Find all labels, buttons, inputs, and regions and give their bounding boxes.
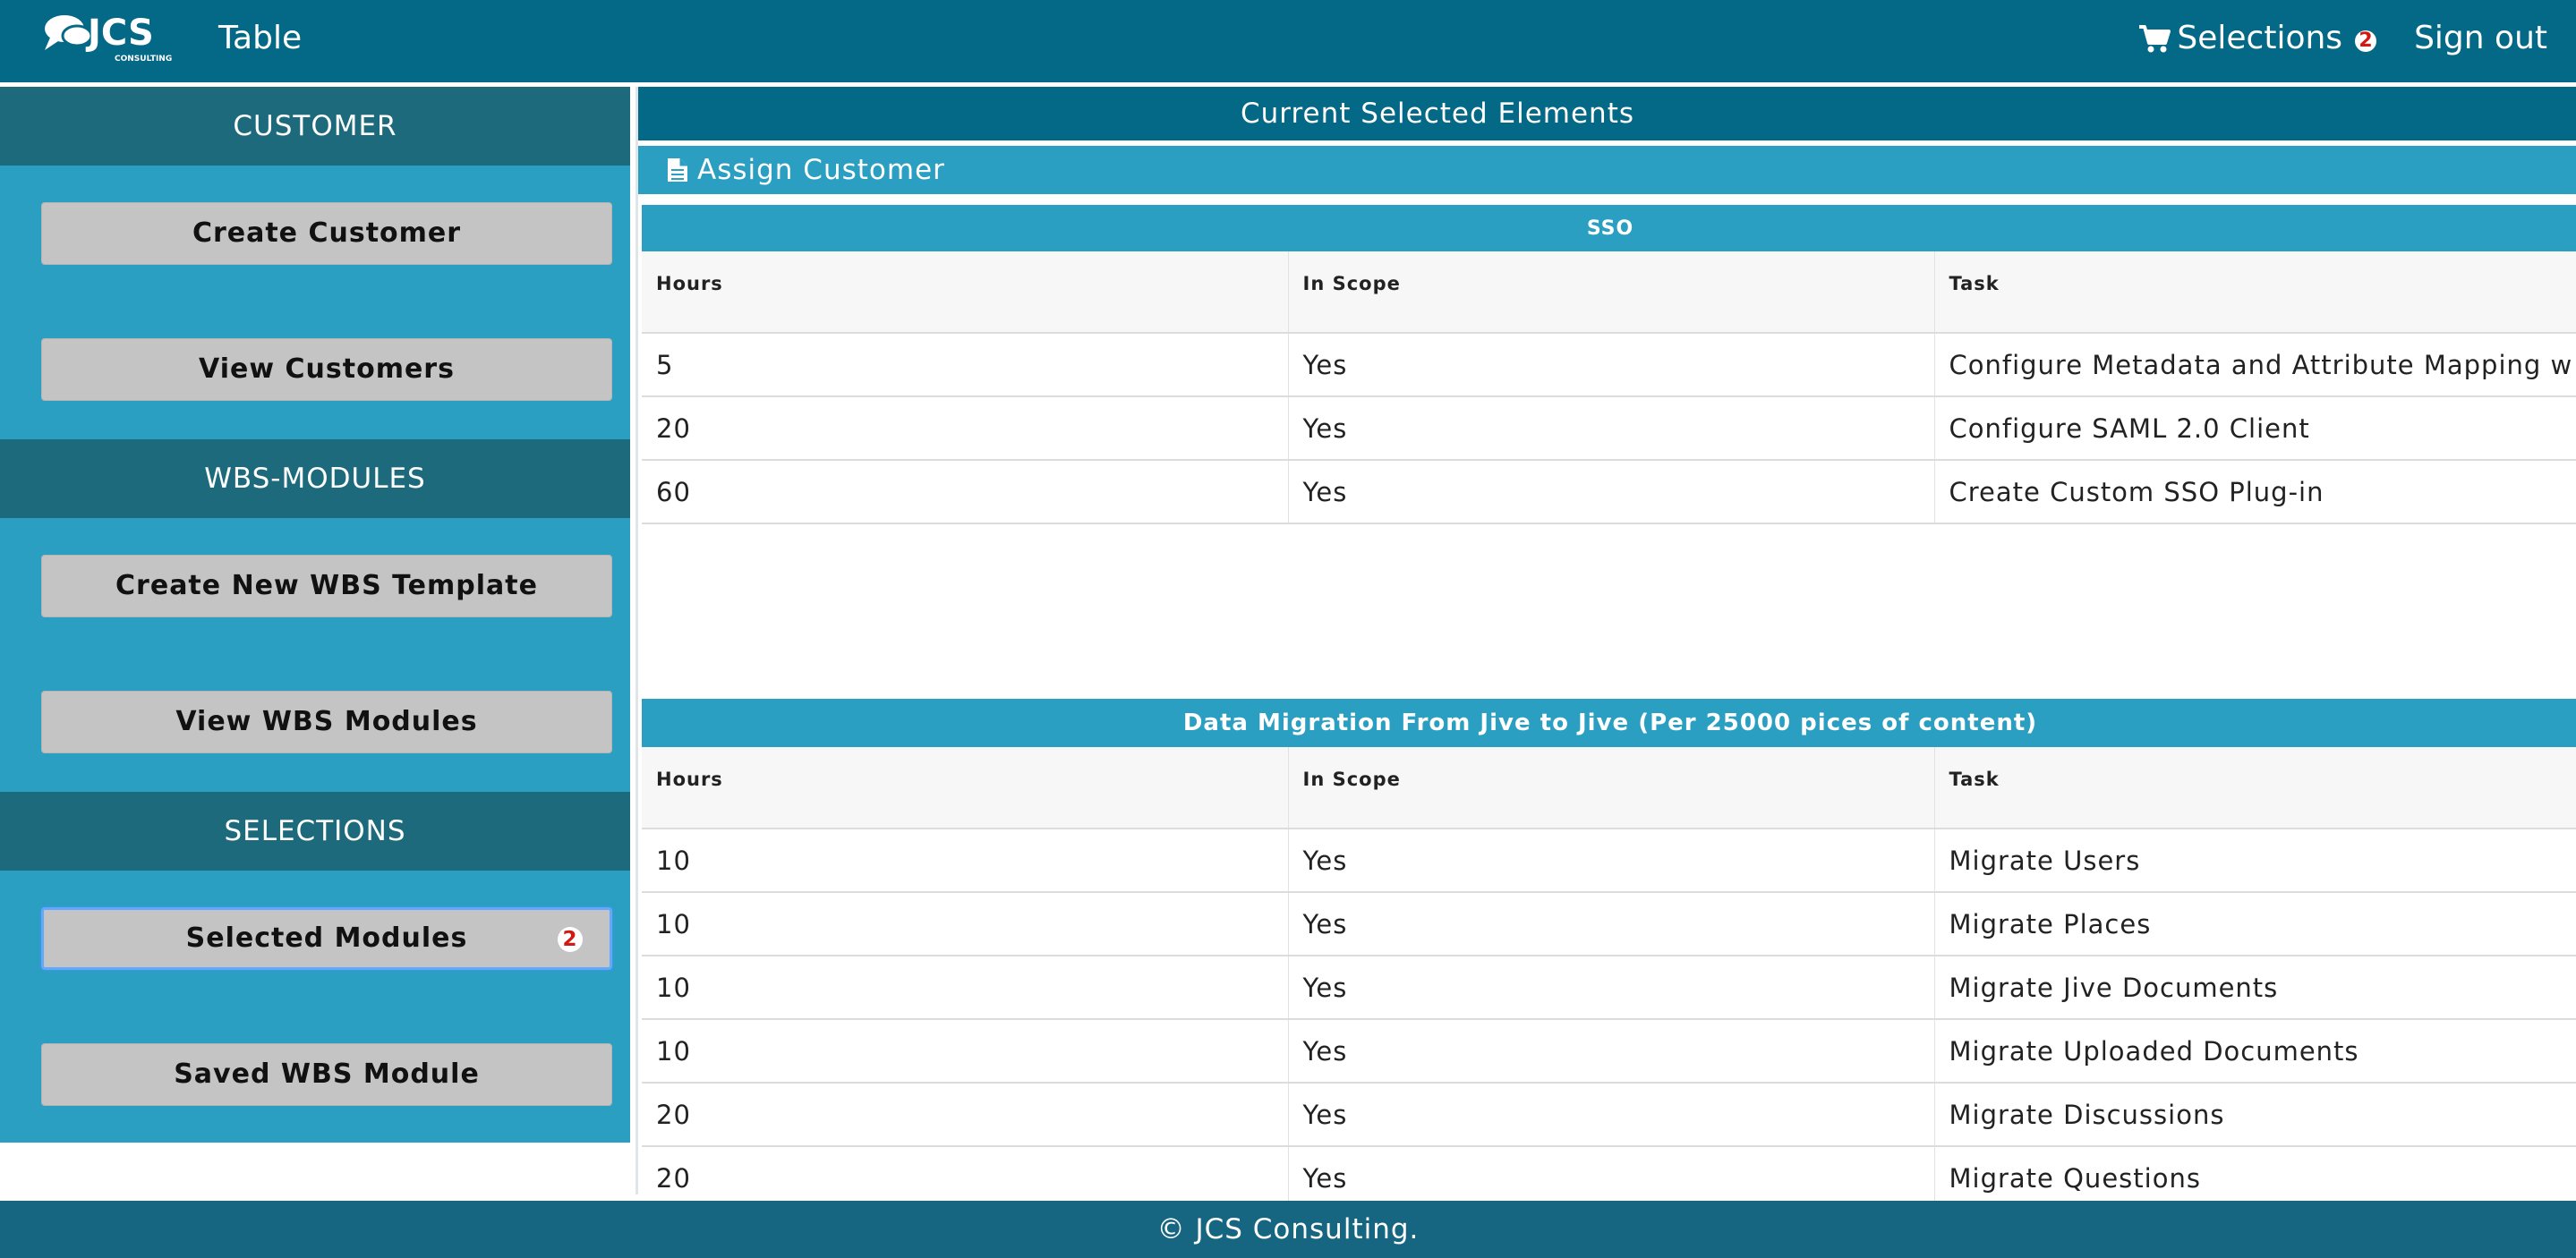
sidebar-header-customer: CUSTOMER bbox=[0, 87, 630, 166]
column-header-in-scope[interactable]: In Scope bbox=[1288, 251, 1935, 334]
table-row[interactable]: 10 Yes Migrate Places bbox=[642, 892, 2576, 956]
current-selected-title: Current Selected Elements bbox=[1240, 98, 1635, 130]
column-header-hours[interactable]: Hours bbox=[642, 251, 1289, 334]
main-content: Current Selected Elements Assign Custome… bbox=[635, 87, 2576, 1211]
selections-count-badge: 2 bbox=[2355, 30, 2377, 52]
footer: © JCS Consulting. bbox=[0, 1201, 2576, 1258]
create-customer-button[interactable]: Create Customer bbox=[41, 202, 612, 265]
hours-cell: 10 bbox=[642, 829, 1289, 893]
table-row[interactable]: 60 Yes Create Custom SSO Plug-in bbox=[642, 460, 2576, 524]
view-customers-button[interactable]: View Customers bbox=[41, 338, 612, 401]
table-title: Data Migration From Jive to Jive (Per 25… bbox=[642, 699, 2576, 747]
logo-text: JCS bbox=[85, 13, 154, 54]
top-nav-links: Selections 2 Sign out bbox=[2137, 18, 2547, 59]
column-header-task[interactable]: Task bbox=[1934, 747, 2576, 829]
task-cell: Migrate Users bbox=[1934, 829, 2576, 893]
task-cell: Migrate Jive Documents bbox=[1934, 956, 2576, 1020]
app-title[interactable]: Table bbox=[218, 18, 302, 59]
document-icon bbox=[668, 158, 687, 182]
create-wbs-template-button[interactable]: Create New WBS Template bbox=[41, 555, 612, 617]
in-scope-cell: Yes bbox=[1288, 1083, 1935, 1147]
top-navbar: JCS CONSULTING Table Selections 2 Sign o… bbox=[0, 0, 2576, 82]
jcs-logo[interactable]: JCS CONSULTING bbox=[41, 9, 175, 64]
selected-modules-badge: 2 bbox=[558, 927, 583, 952]
assign-customer-button[interactable]: Assign Customer bbox=[638, 146, 2576, 194]
data-migration-table: Data Migration From Jive to Jive (Per 25… bbox=[642, 699, 2576, 1211]
selected-modules-button[interactable]: Selected Modules 2 bbox=[41, 907, 612, 970]
in-scope-cell: Yes bbox=[1288, 829, 1935, 893]
hours-cell: 10 bbox=[642, 1019, 1289, 1084]
selections-label: Selections bbox=[2177, 20, 2343, 56]
hours-cell: 10 bbox=[642, 956, 1289, 1020]
selected-modules-label: Selected Modules bbox=[185, 922, 468, 954]
table-title: SSO bbox=[642, 205, 2576, 251]
in-scope-cell: Yes bbox=[1288, 956, 1935, 1020]
view-wbs-modules-button[interactable]: View WBS Modules bbox=[41, 691, 612, 753]
logo-subtext: CONSULTING bbox=[115, 55, 172, 64]
in-scope-cell: Yes bbox=[1288, 892, 1935, 956]
footer-copyright: © JCS Consulting. bbox=[1156, 1213, 1420, 1245]
saved-wbs-module-button[interactable]: Saved WBS Module bbox=[41, 1043, 612, 1106]
column-header-hours[interactable]: Hours bbox=[642, 747, 1289, 829]
task-cell: Migrate Discussions bbox=[1934, 1083, 2576, 1147]
task-cell: Migrate Places bbox=[1934, 892, 2576, 956]
selections-link[interactable]: Selections 2 bbox=[2137, 18, 2377, 59]
sidebar-header-wbs-modules: WBS-MODULES bbox=[0, 439, 630, 518]
sidebar-header-selections: SELECTIONS bbox=[0, 792, 630, 871]
shopping-cart-icon bbox=[2139, 25, 2171, 53]
in-scope-cell: Yes bbox=[1288, 1019, 1935, 1084]
task-cell: Migrate Uploaded Documents bbox=[1934, 1019, 2576, 1084]
in-scope-cell: Yes bbox=[1288, 460, 1935, 524]
hours-cell: 60 bbox=[642, 460, 1289, 524]
table-row[interactable]: 20 Yes Configure SAML 2.0 Client bbox=[642, 396, 2576, 461]
in-scope-cell: Yes bbox=[1288, 333, 1935, 397]
column-header-in-scope[interactable]: In Scope bbox=[1288, 747, 1935, 829]
hours-cell: 5 bbox=[642, 333, 1289, 397]
assign-customer-label: Assign Customer bbox=[697, 154, 945, 186]
hours-cell: 10 bbox=[642, 892, 1289, 956]
hours-cell: 20 bbox=[642, 396, 1289, 461]
column-header-task[interactable]: Task bbox=[1934, 251, 2576, 334]
task-cell: Configure Metadata and Attribute Mapping… bbox=[1934, 333, 2576, 397]
in-scope-cell: Yes bbox=[1288, 396, 1935, 461]
table-row[interactable]: 20 Yes Migrate Discussions bbox=[642, 1083, 2576, 1147]
sidebar: CUSTOMER Create Customer View Customers … bbox=[0, 87, 630, 1143]
table-row[interactable]: 10 Yes Migrate Uploaded Documents bbox=[642, 1019, 2576, 1084]
table-row[interactable]: 5 Yes Configure Metadata and Attribute M… bbox=[642, 333, 2576, 397]
table-row[interactable]: 10 Yes Migrate Jive Documents bbox=[642, 956, 2576, 1020]
sso-table: SSO Hours In Scope Task 5 Yes Configure … bbox=[642, 205, 2576, 524]
task-cell: Create Custom SSO Plug-in bbox=[1934, 460, 2576, 524]
current-selected-header: Current Selected Elements bbox=[638, 87, 2576, 140]
sign-out-link[interactable]: Sign out bbox=[2414, 18, 2547, 59]
hours-cell: 20 bbox=[642, 1083, 1289, 1147]
task-cell: Configure SAML 2.0 Client bbox=[1934, 396, 2576, 461]
table-row[interactable]: 10 Yes Migrate Users bbox=[642, 829, 2576, 893]
